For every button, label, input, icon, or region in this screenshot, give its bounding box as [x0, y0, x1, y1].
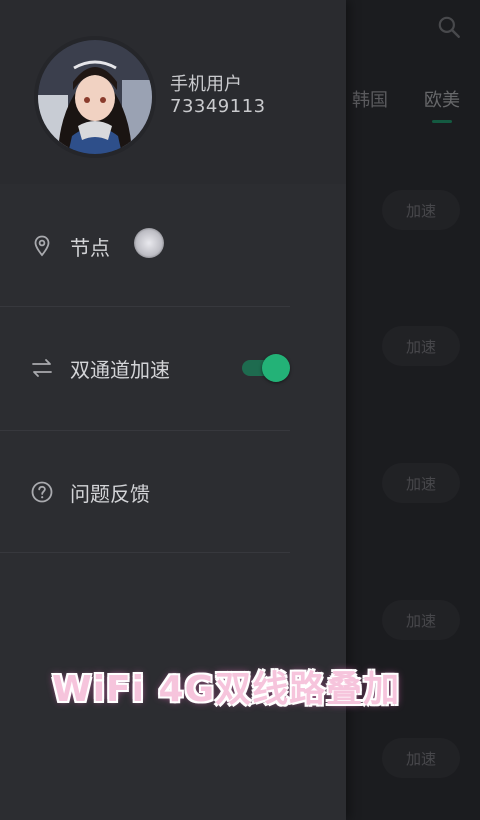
menu-label: 问题反馈 [70, 481, 150, 506]
menu-item-node[interactable]: 节点 [0, 216, 346, 276]
dual-channel-toggle[interactable] [242, 354, 290, 382]
menu-label: 节点 [70, 235, 110, 260]
touch-indicator [134, 228, 164, 258]
swap-arrows-icon [32, 359, 52, 377]
divider [0, 430, 290, 431]
user-id: 73349113 [170, 96, 266, 117]
drawer-header: 手机用户 73349113 [0, 0, 346, 184]
menu-item-feedback[interactable]: 问题反馈 [0, 462, 346, 522]
menu-label: 双通道加速 [70, 357, 170, 382]
user-name: 手机用户 [170, 74, 242, 95]
video-caption-overlay: WiFi 4G双线路叠加 [52, 669, 401, 710]
toggle-thumb [262, 354, 290, 382]
menu-item-dual-channel: 双通道加速 [0, 338, 346, 398]
divider [0, 552, 290, 553]
location-pin-icon [34, 235, 50, 257]
avatar[interactable] [34, 36, 156, 158]
avatar-image [38, 40, 152, 154]
help-circle-icon [31, 481, 53, 503]
divider [0, 306, 290, 307]
